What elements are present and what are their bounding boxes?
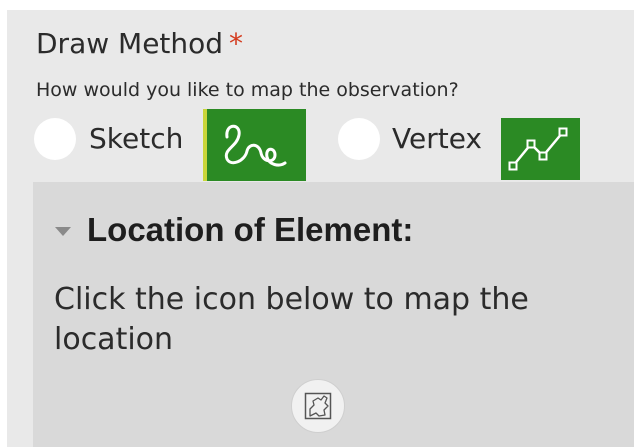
caret-down-icon[interactable] [55,227,71,236]
group-title: Location of Element: [87,211,414,248]
radio-vertex[interactable] [338,118,380,160]
freehand-sketch-icon[interactable] [203,109,306,181]
field-description: How would you like to map the observatio… [36,79,459,101]
location-group: Location of Element: Click the icon belo… [33,182,634,447]
map-draw-icon [304,392,332,420]
field-title-text: Draw Method [36,27,224,60]
radio-label-vertex[interactable]: Vertex [392,122,482,156]
radio-sketch[interactable] [34,118,76,160]
radio-label-sketch[interactable]: Sketch [89,122,183,156]
required-marker: * [229,27,244,60]
field-title: Draw Method * [36,27,243,61]
vertex-polyline-icon[interactable] [501,118,580,180]
map-draw-button[interactable] [291,379,345,433]
group-instruction: Click the icon below to map the location [54,282,529,357]
group-header[interactable]: Location of Element: [55,212,413,248]
